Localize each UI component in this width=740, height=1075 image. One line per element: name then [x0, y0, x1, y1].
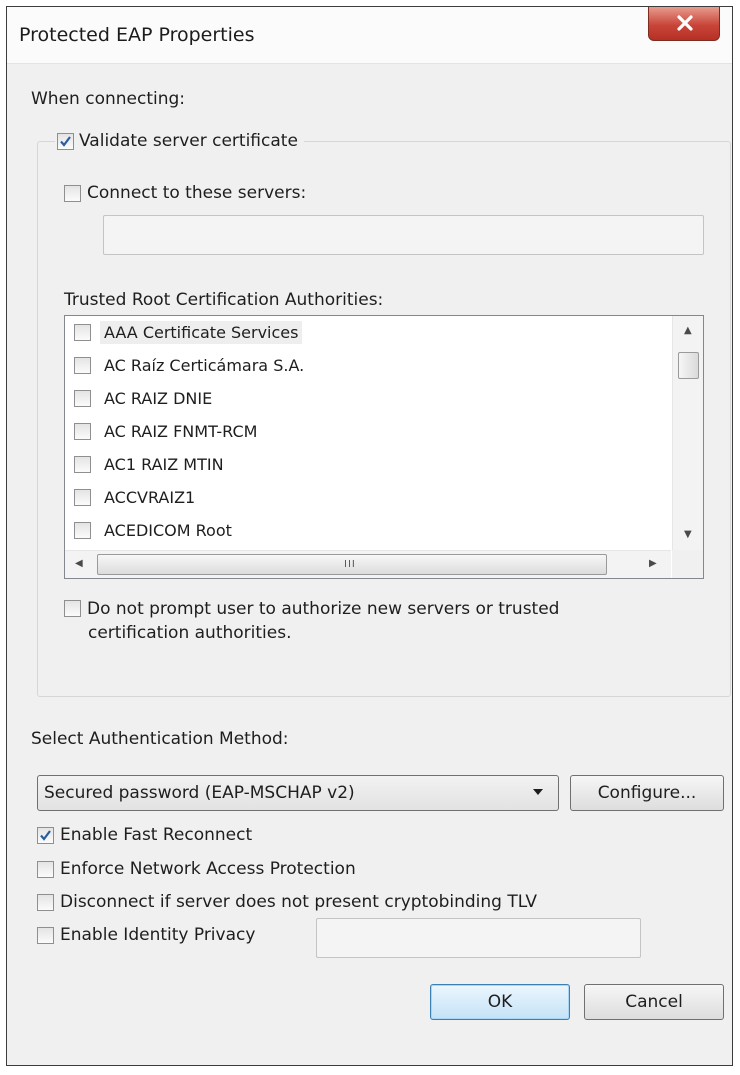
vertical-scroll-thumb[interactable]: [678, 352, 699, 379]
window-title: Protected EAP Properties: [19, 24, 255, 46]
title-bar[interactable]: Protected EAP Properties: [7, 7, 732, 64]
trusted-root-checkbox[interactable]: [74, 324, 91, 341]
trusted-root-label: AC RAIZ DNIE: [104, 389, 213, 408]
enforce-nap-checkbox[interactable]: [37, 860, 54, 878]
connect-to-servers-checkbox[interactable]: [64, 184, 81, 202]
scrollbar-corner: [672, 550, 703, 578]
identity-privacy-label: Enable Identity Privacy: [60, 925, 256, 945]
do-not-prompt-label-line2: certification authorities.: [88, 623, 292, 643]
trusted-root-checkbox[interactable]: [74, 423, 91, 440]
trusted-root-list[interactable]: AAA Certificate Services AC Raíz Certicám…: [64, 315, 704, 579]
trusted-root-label: AC1 RAIZ MTIN: [104, 455, 224, 474]
identity-privacy-checkbox[interactable]: [37, 926, 54, 944]
connect-to-servers-row[interactable]: Connect to these servers:: [64, 183, 306, 203]
list-item[interactable]: AC1 RAIZ MTIN: [65, 448, 671, 481]
trusted-root-items: AAA Certificate Services AC Raíz Certicám…: [65, 316, 671, 547]
scroll-left-icon[interactable]: ◀: [75, 559, 83, 569]
do-not-prompt-label-line1: Do not prompt user to authorize new serv…: [87, 599, 560, 619]
trusted-root-label: AC RAIZ FNMT-RCM: [104, 422, 258, 441]
trusted-root-checkbox[interactable]: [74, 456, 91, 473]
checkmark-icon: [40, 829, 51, 841]
scroll-up-icon[interactable]: ▲: [684, 326, 692, 336]
do-not-prompt-row[interactable]: Do not prompt user to authorize new serv…: [64, 597, 559, 645]
close-button[interactable]: [648, 7, 720, 41]
ok-button[interactable]: OK: [430, 984, 570, 1020]
validate-server-certificate-row[interactable]: Validate server certificate: [55, 127, 304, 155]
configure-button[interactable]: Configure...: [570, 775, 724, 811]
validate-server-certificate-checkbox[interactable]: [57, 132, 74, 150]
enforce-nap-label: Enforce Network Access Protection: [60, 859, 356, 879]
cancel-button[interactable]: Cancel: [584, 984, 724, 1020]
identity-privacy-row[interactable]: Enable Identity Privacy: [37, 925, 255, 945]
connect-to-servers-label: Connect to these servers:: [87, 183, 307, 203]
checkmark-icon: [60, 135, 71, 147]
auth-method-label: Select Authentication Method:: [31, 729, 289, 749]
list-item[interactable]: ACCVRAIZ1: [65, 481, 671, 514]
enforce-nap-row[interactable]: Enforce Network Access Protection: [37, 859, 356, 879]
fast-reconnect-label: Enable Fast Reconnect: [60, 825, 253, 845]
trusted-root-checkbox[interactable]: [74, 357, 91, 374]
validate-server-certificate-label: Validate server certificate: [79, 131, 298, 151]
trusted-root-checkbox[interactable]: [74, 390, 91, 407]
horizontal-scroll-thumb[interactable]: III: [97, 554, 607, 575]
trusted-root-checkbox[interactable]: [74, 489, 91, 506]
fast-reconnect-checkbox[interactable]: [37, 826, 54, 844]
scroll-right-icon[interactable]: ▶: [649, 559, 657, 569]
trusted-root-label: ACCVRAIZ1: [104, 488, 196, 507]
disconnect-tlv-checkbox[interactable]: [37, 893, 54, 911]
disconnect-tlv-row[interactable]: Disconnect if server does not present cr…: [37, 892, 537, 912]
list-item[interactable]: AC Raíz Certicámara S.A.: [65, 349, 671, 382]
trusted-root-label: ACEDICOM Root: [104, 521, 232, 540]
trusted-root-label: Trusted Root Certification Authorities:: [64, 290, 384, 310]
scroll-grip: III: [344, 559, 356, 570]
fast-reconnect-row[interactable]: Enable Fast Reconnect: [37, 825, 252, 845]
protected-eap-properties-dialog: Protected EAP Properties When connecting…: [6, 6, 733, 1066]
trusted-root-label: AC Raíz Certicámara S.A.: [104, 356, 305, 375]
close-icon: [677, 15, 693, 31]
vertical-scrollbar[interactable]: ▲ ▼: [672, 316, 703, 550]
scroll-down-icon[interactable]: ▼: [684, 530, 692, 540]
when-connecting-label: When connecting:: [31, 89, 186, 109]
trusted-root-label: AAA Certificate Services: [100, 321, 303, 344]
chevron-down-icon: [533, 789, 543, 795]
list-item[interactable]: ACEDICOM Root: [65, 514, 671, 547]
list-item[interactable]: AC RAIZ DNIE: [65, 382, 671, 415]
auth-method-select[interactable]: Secured password (EAP-MSCHAP v2): [37, 775, 559, 811]
horizontal-scrollbar[interactable]: ◀ III ▶: [65, 550, 671, 578]
trusted-root-checkbox[interactable]: [74, 522, 91, 539]
list-item[interactable]: AC RAIZ FNMT-RCM: [65, 415, 671, 448]
do-not-prompt-checkbox[interactable]: [64, 600, 81, 617]
disconnect-tlv-label: Disconnect if server does not present cr…: [60, 892, 537, 912]
servers-input[interactable]: [103, 215, 704, 255]
auth-method-value: Secured password (EAP-MSCHAP v2): [44, 783, 355, 803]
list-item[interactable]: AAA Certificate Services: [65, 316, 671, 349]
identity-privacy-input[interactable]: [316, 918, 641, 958]
